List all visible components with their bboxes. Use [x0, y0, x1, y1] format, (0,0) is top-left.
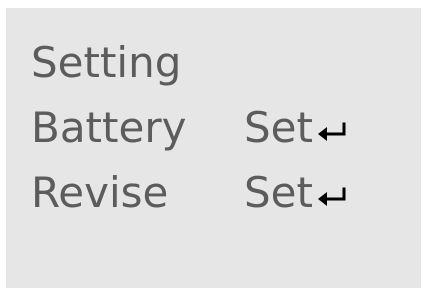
battery-set-button[interactable]: Set	[244, 98, 347, 158]
enter-icon	[317, 186, 347, 208]
set-label: Set	[244, 103, 313, 152]
menu-item-label: Revise	[31, 168, 169, 217]
menu-title: Setting	[31, 38, 182, 87]
set-label: Set	[244, 168, 313, 217]
enter-icon	[317, 121, 347, 143]
revise-set-button[interactable]: Set	[244, 163, 347, 223]
menu-item-label: Battery	[31, 103, 187, 152]
lcd-screen: Setting Battery Set Revise Set	[6, 8, 421, 288]
menu-item-revise[interactable]: Revise Set	[31, 163, 346, 223]
menu-item-battery[interactable]: Battery Set	[31, 98, 346, 158]
